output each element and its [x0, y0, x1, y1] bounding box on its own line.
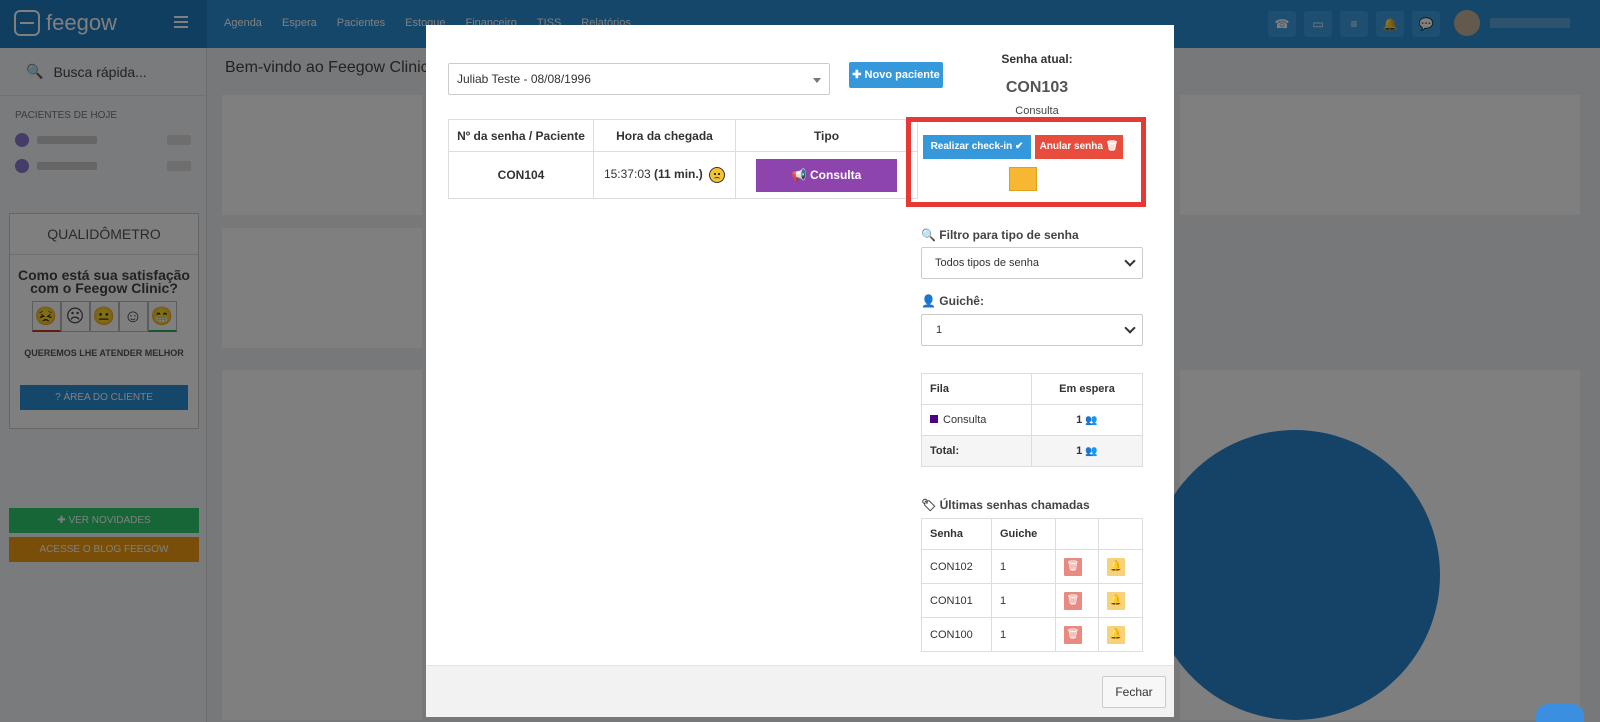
table-row: CON102 1 🗑 🔔 [921, 549, 1143, 584]
queue-table: Nº da senha / Paciente Hora da chegada T… [448, 119, 918, 199]
queue-name-cell: Consulta [921, 404, 1032, 436]
table-row: CON104 15:37:03 (11 min.) 📢 Consulta [448, 151, 918, 199]
guiche-label: 👤 Guichê: [921, 294, 984, 308]
queue-color-swatch [930, 415, 938, 423]
recall-cell: 🔔 [1098, 583, 1143, 618]
last-called-table: Senha Guiche CON102 1 🗑 🔔 CON101 1 🗑 🔔 C… [921, 518, 1143, 652]
filter-label: 🔍 Filtro para tipo de senha [921, 228, 1079, 242]
ticket-code: CON100 [921, 617, 992, 652]
recall-cell: 🔔 [1098, 549, 1143, 584]
guiche-number: 1 [991, 617, 1056, 652]
tag-icon: 🏷 [921, 498, 940, 512]
guiche-number: 1 [991, 583, 1056, 618]
total-count-cell: 1 👥 [1031, 435, 1143, 467]
table-row: Total: 1 👥 [921, 435, 1143, 467]
bell-icon[interactable]: 🔔 [1107, 591, 1125, 610]
total-label: Total: [921, 435, 1032, 467]
total-count: 1 [1076, 445, 1083, 457]
search-icon: 🔍 [921, 228, 940, 242]
bell-icon[interactable]: 🔔 [1107, 557, 1125, 576]
ticket-code: CON104 [497, 168, 545, 182]
trash-icon[interactable]: 🗑 [1064, 557, 1082, 576]
chevron-down-icon [1124, 322, 1136, 334]
sad-face-icon [709, 167, 726, 183]
ticket-type-select[interactable]: Todos tipos de senha [921, 247, 1143, 279]
queue-count-cell: 1 👥 [1031, 404, 1143, 436]
table-row: Consulta 1 👥 [921, 404, 1143, 436]
plus-icon: ✚ [852, 69, 865, 81]
ticket-modal: Juliab Teste - 08/08/1996 ✚ Novo pacient… [426, 25, 1174, 717]
close-button[interactable]: Fechar [1102, 676, 1166, 708]
users-icon: 👥 [1085, 415, 1098, 426]
call-ticket-label: Consulta [809, 167, 862, 182]
highlight-box: Realizar check-in ✔ Anular senha 🗑 [906, 117, 1146, 207]
column-header: Em espera [1031, 373, 1143, 405]
guiche-value: 1 [936, 324, 943, 336]
chat-widget[interactable] [1536, 704, 1584, 722]
current-ticket-label: Senha atual: [1001, 52, 1073, 66]
column-header: Fila [921, 373, 1032, 405]
call-ticket-button[interactable]: 📢 Consulta [756, 158, 897, 192]
filter-label-text: Filtro para tipo de senha [939, 228, 1079, 242]
column-header: Hora da chegada [593, 119, 736, 152]
table-row: CON101 1 🗑 🔔 [921, 583, 1143, 618]
type-cell: 📢 Consulta [735, 151, 918, 199]
queue-summary-table: Fila Em espera Consulta 1 👥 Total: 1 👥 [921, 373, 1143, 467]
column-header [1098, 518, 1143, 550]
guiche-select[interactable]: 1 [921, 314, 1143, 346]
column-header: Tipo [735, 119, 918, 152]
current-ticket-code: CON103 [1005, 79, 1069, 96]
ticket-cell: CON104 [448, 151, 594, 199]
guiche-label-text: Guichê: [939, 294, 984, 308]
queue-name: Consulta [943, 414, 987, 426]
users-icon: 👥 [1085, 446, 1098, 457]
wait-elapsed: (11 min.) [654, 167, 703, 182]
delete-cell: 🗑 [1055, 617, 1099, 652]
ticket-code: CON102 [921, 549, 992, 584]
patient-select[interactable]: Juliab Teste - 08/08/1996 [448, 63, 830, 95]
trash-icon[interactable]: 🗑 [1064, 625, 1082, 644]
column-header [1055, 518, 1099, 550]
ticket-type-value: Todos tipos de senha [935, 257, 1039, 269]
column-header: Nº da senha / Paciente [448, 119, 594, 152]
user-icon: 👤 [921, 294, 940, 308]
trash-icon[interactable]: 🗑 [1064, 591, 1082, 610]
cancel-ticket-button[interactable]: Anular senha 🗑 [1035, 135, 1123, 159]
column-header: Senha [921, 518, 992, 550]
recall-button[interactable] [1009, 167, 1037, 191]
delete-cell: 🗑 [1055, 583, 1099, 618]
modal-footer: Fechar [426, 665, 1174, 717]
ticket-code: CON101 [921, 583, 992, 618]
last-called-label: 🏷 Últimas senhas chamadas [921, 498, 1090, 512]
delete-cell: 🗑 [1055, 549, 1099, 584]
guiche-number: 1 [991, 549, 1056, 584]
bullhorn-icon: 📢 [791, 167, 810, 182]
column-header: Guiche [991, 518, 1056, 550]
arrival-time: 15:37:03 [603, 167, 651, 182]
chevron-down-icon [1124, 255, 1136, 267]
bell-icon[interactable]: 🔔 [1107, 625, 1125, 644]
last-called-label-text: Últimas senhas chamadas [939, 498, 1090, 512]
checkin-button[interactable]: Realizar check-in ✔ [923, 135, 1031, 159]
table-row: CON100 1 🗑 🔔 [921, 617, 1143, 652]
queue-count: 1 [1076, 414, 1083, 426]
recall-cell: 🔔 [1098, 617, 1143, 652]
arrival-cell: 15:37:03 (11 min.) [593, 151, 736, 199]
current-ticket-type: Consulta [1015, 105, 1059, 117]
